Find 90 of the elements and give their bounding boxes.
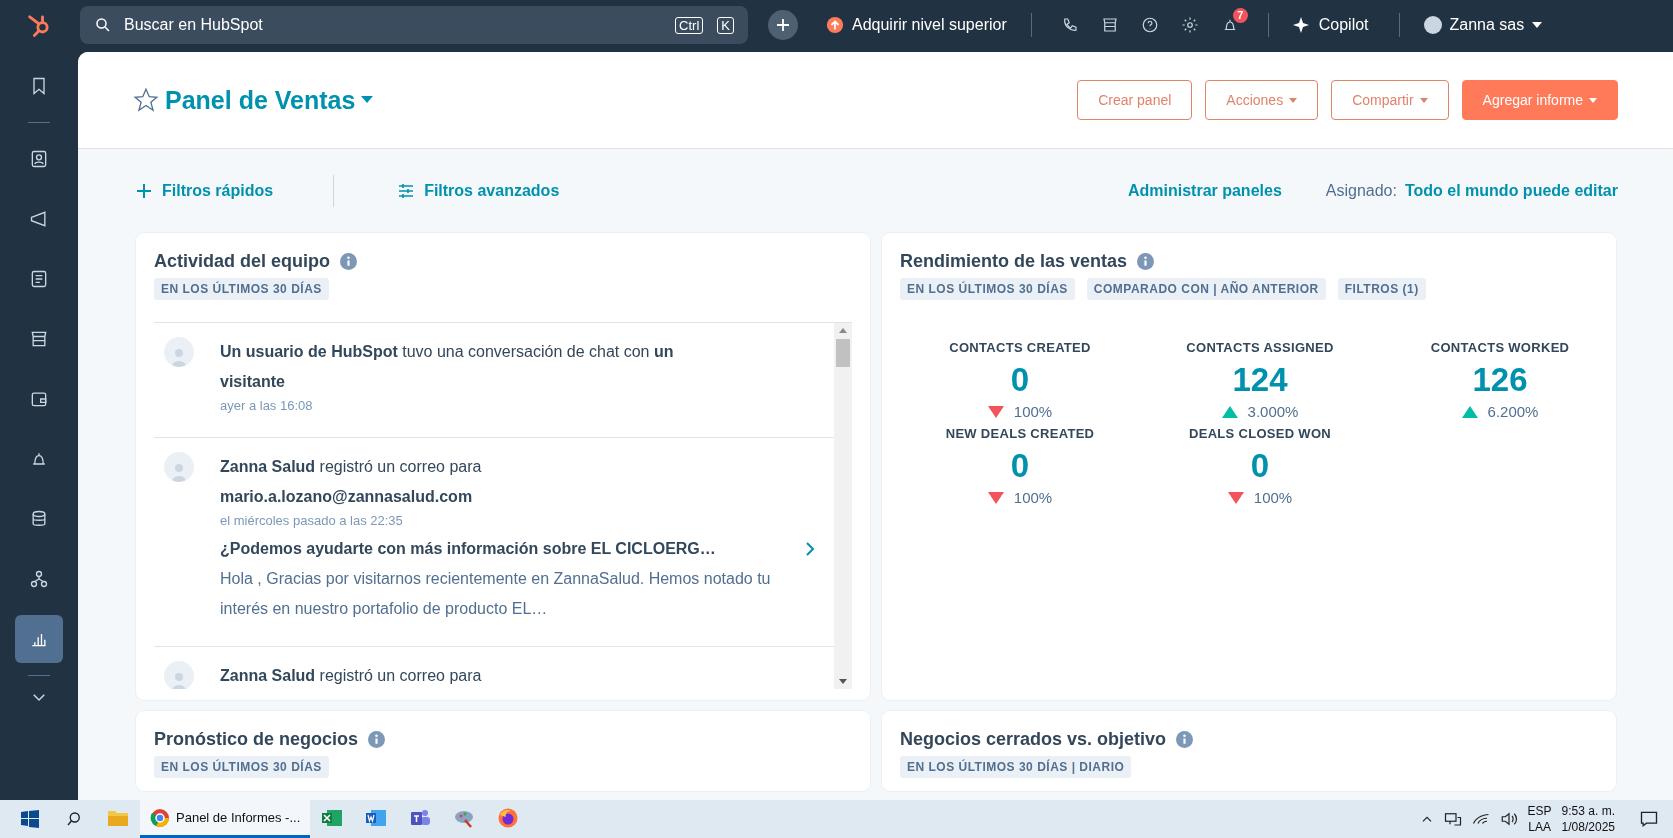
copilot-button[interactable]: Copilot <box>1286 16 1369 34</box>
info-icon[interactable] <box>368 731 386 748</box>
dashboard-title[interactable]: Panel de Ventas <box>165 85 356 115</box>
volume-icon[interactable] <box>1499 811 1518 827</box>
scroll-thumb[interactable] <box>836 339 850 367</box>
team-chat-icon <box>409 807 432 828</box>
document-icon <box>29 269 49 289</box>
quick-filters-link[interactable]: Filtros rápidos <box>136 182 274 200</box>
metric-value: 0 <box>1010 447 1030 485</box>
account-menu[interactable]: Zanna sas <box>1417 15 1549 35</box>
card-title: Rendimiento de las ventas <box>900 251 1128 272</box>
keyboard-key: K <box>717 16 734 34</box>
filter-tag[interactable]: EN LOS ÚLTIMOS 30 DÍAS | DIARIO <box>900 756 1132 778</box>
fox-browser-icon <box>497 806 520 829</box>
activity-time: el miércoles pasado a las 22:35 <box>220 512 404 530</box>
arrow-up-icon <box>826 16 844 34</box>
scrollbar[interactable] <box>834 323 852 689</box>
info-icon[interactable] <box>1176 731 1194 748</box>
header-button[interactable]: Crear panel <box>1077 80 1193 120</box>
sliders-icon <box>398 183 415 199</box>
contact-card-icon <box>29 149 49 169</box>
avatar <box>1423 16 1442 34</box>
clock-date[interactable]: 1/08/2025 <box>1561 819 1615 835</box>
plus-icon <box>776 18 790 32</box>
clock-time[interactable]: 9:53 a. m. <box>1561 803 1615 819</box>
word-processor-icon <box>365 807 388 828</box>
megaphone-icon <box>29 209 49 229</box>
metric-change: 100% <box>1013 403 1053 420</box>
sparkle-icon <box>1292 17 1309 33</box>
chevron-right-icon[interactable] <box>804 542 816 556</box>
metric-change: 6.200% <box>1487 403 1539 420</box>
metric-value: 126 <box>1472 361 1528 399</box>
search-field[interactable]: Buscar en HubSpot Ctrl K <box>80 6 748 44</box>
search-icon <box>94 16 112 34</box>
star-icon[interactable] <box>133 87 159 113</box>
chat-bubble-icon[interactable] <box>1639 809 1659 829</box>
metric-value: 124 <box>1232 361 1288 399</box>
card-title: Pronóstico de negocios <box>154 729 359 750</box>
activity-summary: Zanna Salud registró un correo para <box>220 666 483 686</box>
card-title: Negocios cerrados vs. objetivo <box>900 729 1167 750</box>
metric-value: 0 <box>1010 361 1030 399</box>
taskbar-app[interactable]: Panel de Informes -... <box>140 800 311 838</box>
folder-icon <box>107 808 129 827</box>
info-icon[interactable] <box>1137 253 1155 270</box>
caret-icon[interactable] <box>361 96 374 104</box>
filter-tag[interactable]: EN LOS ÚLTIMOS 30 DÍAS <box>900 278 1075 300</box>
network-icon <box>29 569 49 589</box>
advanced-filters-link[interactable]: Filtros avanzados <box>398 182 560 200</box>
language-indicator[interactable]: ESP <box>1527 803 1552 819</box>
spreadsheet-icon <box>321 807 344 828</box>
header-button[interactable]: Compartir <box>1331 80 1449 120</box>
browser-icon <box>150 807 170 828</box>
keyboard-key: Ctrl <box>675 16 704 34</box>
search-icon <box>65 810 83 828</box>
filter-tag[interactable]: COMPARADO CON | AÑO ANTERIOR <box>1086 278 1326 300</box>
filter-tag[interactable]: FILTROS (1) <box>1337 278 1426 300</box>
activity-summary: Un usuario de HubSpot tuvo una conversación de chat con un visitante <box>220 342 675 392</box>
manage-dashboards-link[interactable]: Administrar paneles <box>1127 182 1282 200</box>
upgrade-button[interactable]: Adquirir nivel superior <box>820 15 1013 35</box>
windows-icon <box>21 810 39 828</box>
assigned-label: Asignado: <box>1325 182 1397 200</box>
metric-label: NEW DEALS CREATED <box>945 426 1095 441</box>
metric-change: 100% <box>1013 489 1053 506</box>
metric-value: 0 <box>1250 447 1270 485</box>
settings-icon[interactable] <box>1180 16 1199 34</box>
keyboard-layout[interactable]: LAA <box>1528 819 1551 835</box>
activity-time: ayer a las 16:08 <box>220 397 314 415</box>
network-icon[interactable] <box>1443 811 1462 827</box>
metric-label: DEALS CLOSED WON <box>1189 426 1331 441</box>
card-title: Actividad del equipo <box>154 251 331 272</box>
metric-label: CONTACTS ASSIGNED <box>1186 340 1334 355</box>
metric-label: CONTACTS WORKED <box>1430 340 1570 355</box>
info-icon[interactable] <box>340 253 358 270</box>
metric-change: 100% <box>1253 489 1293 506</box>
add-button[interactable] <box>768 10 798 40</box>
caret-icon <box>1532 22 1543 28</box>
filter-tag[interactable]: EN LOS ÚLTIMOS 30 DÍAS <box>154 756 329 778</box>
filter-tag[interactable]: EN LOS ÚLTIMOS 30 DÍAS <box>154 278 329 300</box>
header-button[interactable]: Acciones <box>1205 80 1319 120</box>
email-subject[interactable]: ¿Podemos ayudarte con más información sobre EL CICLOERG… <box>220 534 804 564</box>
help-icon[interactable] <box>1140 16 1159 34</box>
activity-summary: Zanna Salud registró un correo para mario.a.lozano@zannasalud.com <box>220 457 483 507</box>
wifi-icon[interactable] <box>1471 811 1490 827</box>
email-preview: Hola , Gracias por visitarnos recientemente en ZannaSalud. Hemos notado tu interés en nuestro portafolio de producto EL… <box>220 569 772 619</box>
metric-label: CONTACTS CREATED <box>949 340 1091 355</box>
notification-badge: 7 <box>1232 8 1248 23</box>
assigned-link[interactable]: Todo el mundo puede editar <box>1404 182 1618 200</box>
metric-change: 3.000% <box>1247 403 1299 420</box>
header-button[interactable]: Agregar informe <box>1461 80 1618 120</box>
plus-icon <box>136 183 152 199</box>
